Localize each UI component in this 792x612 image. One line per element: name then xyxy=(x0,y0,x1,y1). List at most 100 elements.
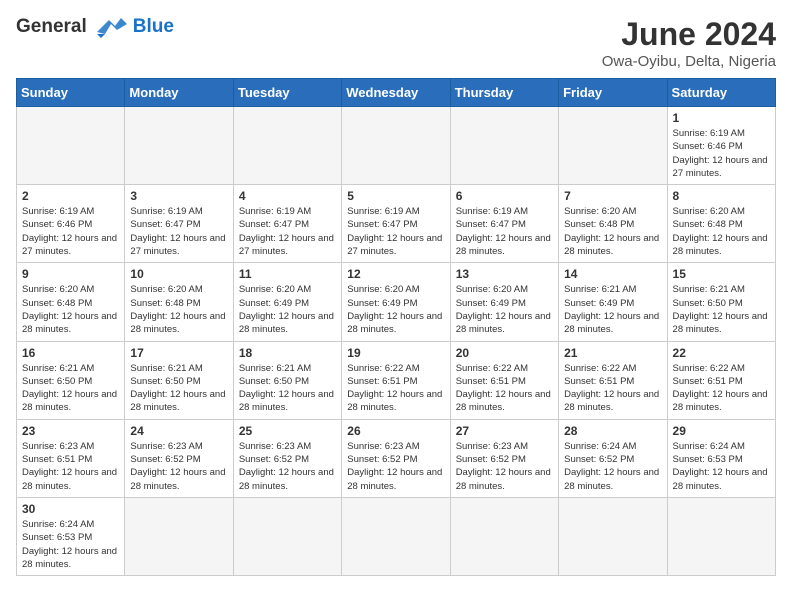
sunrise-label: Sunrise: 6:20 AM xyxy=(130,284,202,295)
day-cell: 14 Sunrise: 6:21 AM Sunset: 6:49 PM Dayl… xyxy=(559,263,667,341)
day-number: 7 xyxy=(564,189,661,203)
day-cell: 9 Sunrise: 6:20 AM Sunset: 6:48 PM Dayli… xyxy=(17,263,125,341)
day-info: Sunrise: 6:20 AM Sunset: 6:48 PM Dayligh… xyxy=(564,205,661,258)
day-info: Sunrise: 6:22 AM Sunset: 6:51 PM Dayligh… xyxy=(673,362,770,415)
sunset-label: Sunset: 6:49 PM xyxy=(239,298,309,309)
day-cell: 25 Sunrise: 6:23 AM Sunset: 6:52 PM Dayl… xyxy=(233,419,341,497)
daylight-label: Daylight: 12 hours and 28 minutes. xyxy=(564,389,659,413)
day-number: 17 xyxy=(130,346,227,360)
day-cell: 2 Sunrise: 6:19 AM Sunset: 6:46 PM Dayli… xyxy=(17,185,125,263)
sunset-label: Sunset: 6:52 PM xyxy=(347,454,417,465)
sunset-label: Sunset: 6:47 PM xyxy=(130,219,200,230)
day-info: Sunrise: 6:19 AM Sunset: 6:46 PM Dayligh… xyxy=(673,127,770,180)
day-cell: 13 Sunrise: 6:20 AM Sunset: 6:49 PM Dayl… xyxy=(450,263,558,341)
sunset-label: Sunset: 6:51 PM xyxy=(564,376,634,387)
day-info: Sunrise: 6:22 AM Sunset: 6:51 PM Dayligh… xyxy=(456,362,553,415)
daylight-label: Daylight: 12 hours and 28 minutes. xyxy=(564,233,659,257)
day-cell: 19 Sunrise: 6:22 AM Sunset: 6:51 PM Dayl… xyxy=(342,341,450,419)
day-number: 20 xyxy=(456,346,553,360)
day-cell xyxy=(342,497,450,575)
sunset-label: Sunset: 6:48 PM xyxy=(564,219,634,230)
day-info: Sunrise: 6:19 AM Sunset: 6:46 PM Dayligh… xyxy=(22,205,119,258)
daylight-label: Daylight: 12 hours and 28 minutes. xyxy=(673,233,768,257)
calendar-header-row: SundayMondayTuesdayWednesdayThursdayFrid… xyxy=(17,79,776,107)
day-cell xyxy=(233,497,341,575)
sunset-label: Sunset: 6:51 PM xyxy=(456,376,526,387)
day-cell: 1 Sunrise: 6:19 AM Sunset: 6:46 PM Dayli… xyxy=(667,107,775,185)
sunset-label: Sunset: 6:47 PM xyxy=(347,219,417,230)
day-info: Sunrise: 6:23 AM Sunset: 6:52 PM Dayligh… xyxy=(130,440,227,493)
sunset-label: Sunset: 6:49 PM xyxy=(564,298,634,309)
col-header-friday: Friday xyxy=(559,79,667,107)
sunrise-label: Sunrise: 6:21 AM xyxy=(673,284,745,295)
sunset-label: Sunset: 6:49 PM xyxy=(347,298,417,309)
sunset-label: Sunset: 6:52 PM xyxy=(456,454,526,465)
day-info: Sunrise: 6:19 AM Sunset: 6:47 PM Dayligh… xyxy=(239,205,336,258)
day-cell: 15 Sunrise: 6:21 AM Sunset: 6:50 PM Dayl… xyxy=(667,263,775,341)
day-info: Sunrise: 6:21 AM Sunset: 6:50 PM Dayligh… xyxy=(130,362,227,415)
sunset-label: Sunset: 6:52 PM xyxy=(239,454,309,465)
day-cell: 3 Sunrise: 6:19 AM Sunset: 6:47 PM Dayli… xyxy=(125,185,233,263)
sunset-label: Sunset: 6:48 PM xyxy=(673,219,743,230)
day-number: 15 xyxy=(673,267,770,281)
day-number: 24 xyxy=(130,424,227,438)
sunrise-label: Sunrise: 6:19 AM xyxy=(456,206,528,217)
day-info: Sunrise: 6:21 AM Sunset: 6:50 PM Dayligh… xyxy=(239,362,336,415)
col-header-sunday: Sunday xyxy=(17,79,125,107)
sunrise-label: Sunrise: 6:20 AM xyxy=(564,206,636,217)
sunrise-label: Sunrise: 6:19 AM xyxy=(347,206,419,217)
day-cell: 27 Sunrise: 6:23 AM Sunset: 6:52 PM Dayl… xyxy=(450,419,558,497)
sunset-label: Sunset: 6:53 PM xyxy=(673,454,743,465)
day-cell xyxy=(450,107,558,185)
day-info: Sunrise: 6:24 AM Sunset: 6:52 PM Dayligh… xyxy=(564,440,661,493)
day-cell xyxy=(559,497,667,575)
daylight-label: Daylight: 12 hours and 28 minutes. xyxy=(456,233,551,257)
sunset-label: Sunset: 6:52 PM xyxy=(130,454,200,465)
daylight-label: Daylight: 12 hours and 28 minutes. xyxy=(22,546,117,570)
day-number: 11 xyxy=(239,267,336,281)
day-info: Sunrise: 6:23 AM Sunset: 6:52 PM Dayligh… xyxy=(347,440,444,493)
day-number: 1 xyxy=(673,111,770,125)
sunrise-label: Sunrise: 6:23 AM xyxy=(347,441,419,452)
sunrise-label: Sunrise: 6:20 AM xyxy=(347,284,419,295)
day-info: Sunrise: 6:22 AM Sunset: 6:51 PM Dayligh… xyxy=(347,362,444,415)
logo-bird-icon xyxy=(91,16,129,38)
logo: General Blue xyxy=(16,16,174,38)
day-cell: 11 Sunrise: 6:20 AM Sunset: 6:49 PM Dayl… xyxy=(233,263,341,341)
day-number: 8 xyxy=(673,189,770,203)
col-header-saturday: Saturday xyxy=(667,79,775,107)
day-cell xyxy=(667,497,775,575)
day-info: Sunrise: 6:19 AM Sunset: 6:47 PM Dayligh… xyxy=(456,205,553,258)
col-header-thursday: Thursday xyxy=(450,79,558,107)
day-info: Sunrise: 6:23 AM Sunset: 6:52 PM Dayligh… xyxy=(456,440,553,493)
col-header-wednesday: Wednesday xyxy=(342,79,450,107)
day-number: 6 xyxy=(456,189,553,203)
daylight-label: Daylight: 12 hours and 28 minutes. xyxy=(22,467,117,491)
day-cell: 12 Sunrise: 6:20 AM Sunset: 6:49 PM Dayl… xyxy=(342,263,450,341)
sunset-label: Sunset: 6:53 PM xyxy=(22,532,92,543)
day-number: 27 xyxy=(456,424,553,438)
day-info: Sunrise: 6:20 AM Sunset: 6:48 PM Dayligh… xyxy=(130,283,227,336)
title-block: June 2024 Owa-Oyibu, Delta, Nigeria xyxy=(602,16,776,70)
logo-blue-text: Blue xyxy=(133,16,174,38)
sunrise-label: Sunrise: 6:20 AM xyxy=(673,206,745,217)
sunrise-label: Sunrise: 6:22 AM xyxy=(456,363,528,374)
day-info: Sunrise: 6:19 AM Sunset: 6:47 PM Dayligh… xyxy=(130,205,227,258)
week-row-1: 1 Sunrise: 6:19 AM Sunset: 6:46 PM Dayli… xyxy=(17,107,776,185)
day-info: Sunrise: 6:24 AM Sunset: 6:53 PM Dayligh… xyxy=(22,518,119,571)
day-cell: 16 Sunrise: 6:21 AM Sunset: 6:50 PM Dayl… xyxy=(17,341,125,419)
daylight-label: Daylight: 12 hours and 27 minutes. xyxy=(673,155,768,179)
day-info: Sunrise: 6:20 AM Sunset: 6:48 PM Dayligh… xyxy=(22,283,119,336)
sunrise-label: Sunrise: 6:23 AM xyxy=(456,441,528,452)
day-number: 12 xyxy=(347,267,444,281)
day-cell: 17 Sunrise: 6:21 AM Sunset: 6:50 PM Dayl… xyxy=(125,341,233,419)
sunset-label: Sunset: 6:47 PM xyxy=(456,219,526,230)
sunrise-label: Sunrise: 6:19 AM xyxy=(130,206,202,217)
sunset-label: Sunset: 6:50 PM xyxy=(22,376,92,387)
sunrise-label: Sunrise: 6:22 AM xyxy=(347,363,419,374)
day-number: 9 xyxy=(22,267,119,281)
day-cell: 10 Sunrise: 6:20 AM Sunset: 6:48 PM Dayl… xyxy=(125,263,233,341)
daylight-label: Daylight: 12 hours and 28 minutes. xyxy=(673,311,768,335)
day-number: 19 xyxy=(347,346,444,360)
sunset-label: Sunset: 6:50 PM xyxy=(239,376,309,387)
